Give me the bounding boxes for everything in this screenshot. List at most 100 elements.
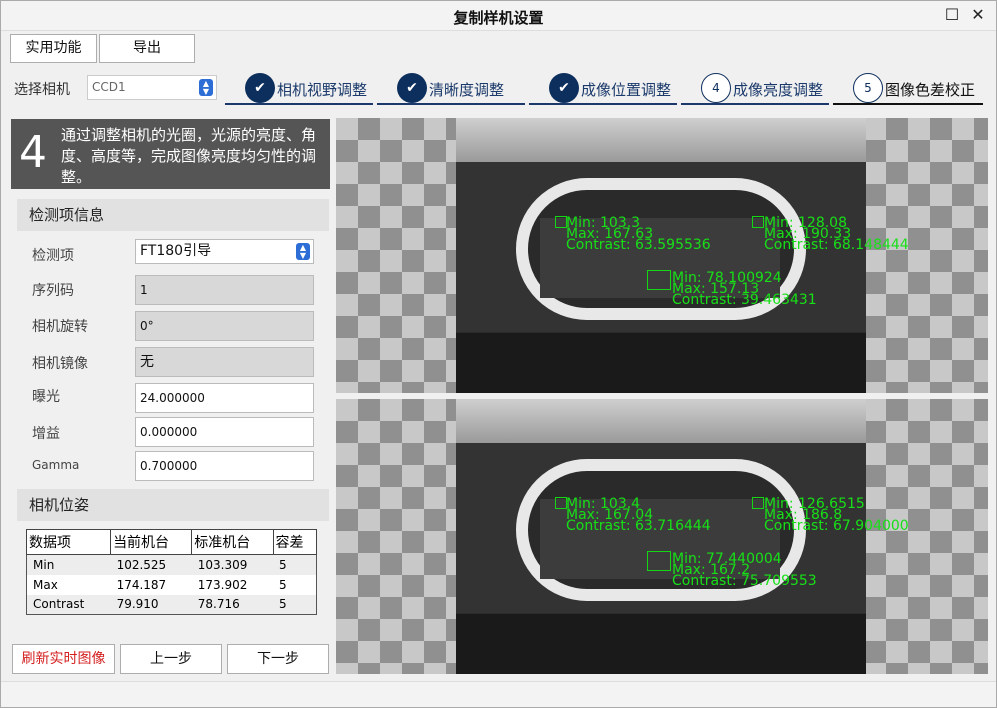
- inspection-section-header: 检测项信息: [17, 199, 329, 231]
- camera-select-value: CCD1: [92, 80, 126, 94]
- step-3-label: 成像位置调整: [581, 81, 672, 99]
- step-underline: [833, 103, 983, 105]
- banner-text: 通过调整相机的光圈，光源的亮度、角度、高度等，完成图像亮度均匀性的调整。: [61, 126, 317, 186]
- step-4-number: 4: [701, 73, 731, 103]
- photo-lower-band: [456, 614, 866, 674]
- roi-annotation: Min: 78.100924 Max: 157.13 Contrast: 39.…: [672, 271, 817, 308]
- step-1-label: 相机视野调整: [277, 81, 368, 99]
- roi-contrast-text: Contrast: 67.904000: [764, 518, 909, 534]
- chevron-updown-icon: ▲ ▼: [199, 79, 213, 96]
- column-header: 标准机台: [191, 529, 274, 555]
- maximize-icon[interactable]: ☐: [944, 7, 960, 23]
- table-row: Min 102.525 103.309 5: [26, 554, 317, 575]
- close-icon[interactable]: ✕: [970, 7, 986, 23]
- step-5-label: 图像色差校正: [885, 81, 976, 99]
- inspection-item-label: 检测项: [32, 248, 74, 264]
- roi-contrast-text: Contrast: 39.463431: [672, 292, 817, 308]
- banner-step-number: 4: [19, 127, 47, 178]
- step-1[interactable]: ✔ 相机视野调整: [225, 71, 373, 105]
- table-cell: Min: [26, 554, 111, 575]
- serial-label: 序列码: [32, 283, 74, 299]
- pose-table: 数据项 当前机台 标准机台 容差 Min 102.525 103.309 5 M…: [25, 529, 317, 615]
- mirror-label: 相机镜像: [32, 356, 88, 372]
- title-bar: 复制样机设置 ☐ ✕: [1, 1, 996, 31]
- step-underline: [529, 103, 677, 105]
- step-3[interactable]: ✔ 成像位置调整: [529, 71, 677, 105]
- roi-box[interactable]: [647, 551, 671, 571]
- exposure-label: 曝光: [32, 389, 60, 405]
- refresh-live-image-button[interactable]: 刷新实时图像: [12, 644, 115, 674]
- window-title: 复制样机设置: [453, 9, 544, 27]
- table-cell: 78.716: [191, 594, 273, 615]
- camera-photo: [456, 399, 866, 674]
- gain-input[interactable]: 0.000000: [135, 417, 314, 447]
- step-4[interactable]: 4 成像亮度调整: [681, 71, 829, 105]
- left-panel: 4 通过调整相机的光圈，光源的亮度、角度、高度等，完成图像亮度均匀性的调整。 检…: [9, 115, 332, 680]
- live-image-standard[interactable]: Min: 103.4 Max: 167.04 Contrast: 63.7164…: [336, 399, 988, 674]
- rotation-label: 相机旋转: [32, 319, 88, 335]
- serial-field: 1: [135, 275, 314, 305]
- step-4-label: 成像亮度调整: [733, 81, 824, 99]
- table-cell: 5: [273, 594, 317, 615]
- roi-annotation: Min: 77.440004 Max: 167.2 Contrast: 75.7…: [672, 552, 817, 589]
- table-cell: Contrast: [26, 594, 111, 615]
- roi-contrast-text: Contrast: 63.716444: [566, 518, 711, 534]
- rotation-field: 0°: [135, 311, 314, 341]
- instruction-banner: 4 通过调整相机的光圈，光源的亮度、角度、高度等，完成图像亮度均匀性的调整。: [11, 119, 330, 189]
- column-header: 容差: [272, 529, 317, 555]
- photo-top-band: [456, 118, 866, 162]
- check-icon: ✔: [245, 73, 275, 103]
- column-header: 数据项: [25, 529, 112, 555]
- gamma-label: Gamma: [32, 458, 80, 472]
- table-row: Max 174.187 173.902 5: [27, 575, 317, 595]
- table-cell: 102.525: [110, 554, 192, 575]
- check-icon: ✔: [549, 73, 579, 103]
- camera-select[interactable]: CCD1 ▲ ▼: [87, 75, 217, 100]
- photo-top-band: [456, 399, 866, 443]
- roi-contrast-text: Contrast: 68.148444: [764, 237, 909, 253]
- step-underline: [377, 103, 525, 105]
- next-step-button[interactable]: 下一步: [227, 644, 329, 674]
- roi-annotation: Min: 103.4 Max: 167.04 Contrast: 63.7164…: [566, 497, 711, 534]
- step-2-label: 清晰度调整: [429, 81, 505, 99]
- step-5-number: 5: [853, 73, 883, 103]
- prev-step-button[interactable]: 上一步: [120, 644, 222, 674]
- camera-photo: [456, 118, 866, 393]
- step-underline: [681, 103, 829, 105]
- pose-section-header: 相机位姿: [17, 489, 329, 521]
- table-cell: 5: [279, 577, 287, 592]
- table-cell: 79.910: [110, 594, 192, 615]
- table-cell: Max: [33, 577, 58, 592]
- table-cell: 173.902: [197, 577, 248, 592]
- roi-annotation: Min: 126.6515 Max: 186.8 Contrast: 67.90…: [764, 497, 909, 534]
- table-cell: 174.187: [116, 577, 167, 592]
- camera-select-label: 选择相机: [14, 82, 70, 98]
- roi-box[interactable]: [752, 216, 764, 228]
- column-header: 当前机台: [110, 529, 193, 555]
- roi-annotation: Min: 103.3 Max: 167.63 Contrast: 63.5955…: [566, 216, 711, 252]
- window: 复制样机设置 ☐ ✕ 实用功能 导出 选择相机 CCD1 ▲ ▼ ✔ 相机视野调整…: [0, 0, 997, 708]
- photo-lower-band: [456, 333, 866, 393]
- gain-label: 增益: [32, 426, 60, 442]
- step-5[interactable]: 5 图像色差校正: [833, 71, 983, 105]
- roi-annotation: Min: 128.08 Max: 190.33 Contrast: 68.148…: [764, 216, 909, 253]
- inspection-item-value: FT180引导: [140, 243, 212, 259]
- table-header-row: 数据项 当前机台 标准机台 容差: [25, 529, 317, 555]
- roi-box[interactable]: [752, 497, 764, 509]
- live-image-current[interactable]: Min: 103.3 Max: 167.63 Contrast: 63.5955…: [336, 118, 988, 393]
- inspection-item-select[interactable]: FT180引导 ▲ ▼: [135, 239, 314, 264]
- gamma-input[interactable]: 0.700000: [135, 451, 314, 481]
- chevron-updown-icon: ▲ ▼: [296, 243, 310, 260]
- roi-contrast-text: Contrast: 75.709553: [672, 573, 817, 589]
- check-icon: ✔: [397, 73, 427, 103]
- step-underline: [225, 103, 373, 105]
- utility-menu-button[interactable]: 实用功能: [10, 34, 97, 63]
- status-bar: [1, 681, 996, 707]
- table-cell: 5: [273, 554, 317, 575]
- table-cell: 103.309: [191, 554, 273, 575]
- table-row: Contrast 79.910 78.716 5: [26, 594, 317, 615]
- export-menu-button[interactable]: 导出: [99, 34, 195, 63]
- exposure-input[interactable]: 24.000000: [135, 383, 314, 413]
- step-2[interactable]: ✔ 清晰度调整: [377, 71, 525, 105]
- roi-box[interactable]: [647, 270, 671, 290]
